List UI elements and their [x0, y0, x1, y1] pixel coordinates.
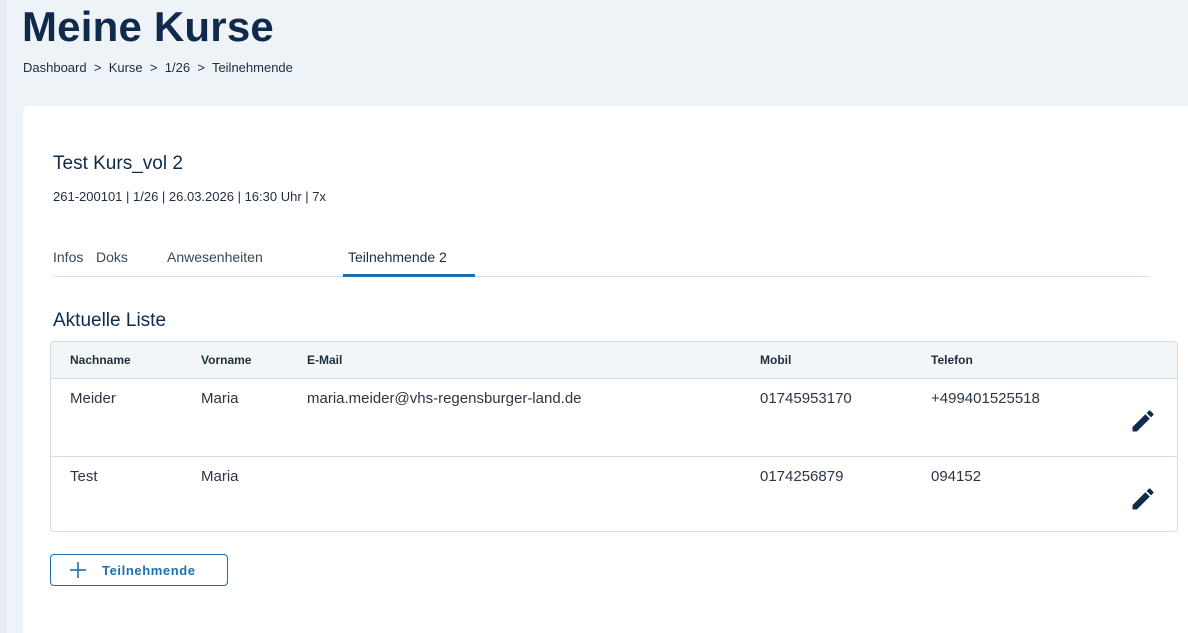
add-participant-label: Teilnehmende — [102, 563, 196, 578]
table-row: Meider Maria maria.meider@vhs-regensburg… — [51, 379, 1177, 457]
column-header-email: E-Mail — [307, 353, 343, 367]
participants-table: Nachname Vorname E-Mail Mobil Telefon Me… — [50, 341, 1178, 532]
edit-row-button[interactable] — [1129, 485, 1157, 513]
breadcrumb-item-course[interactable]: 1/26 — [165, 60, 190, 75]
cell-telefon: +499401525518 — [931, 390, 1040, 407]
left-edge — [0, 0, 7, 633]
cell-telefon: 094152 — [931, 468, 982, 485]
cell-nachname: Meider — [70, 390, 116, 407]
active-tab-indicator — [343, 274, 475, 277]
breadcrumb-item-current: Teilnehmende — [211, 60, 293, 75]
breadcrumb-separator: > — [197, 60, 205, 75]
content-card: Test Kurs_vol 2 261-200101 | 1/26 | 26.0… — [23, 106, 1188, 633]
add-participant-button[interactable]: Teilnehmende — [50, 554, 228, 586]
pencil-icon — [1132, 488, 1154, 510]
tab-doks[interactable]: Doks — [96, 249, 128, 265]
list-title: Aktuelle Liste — [53, 310, 167, 331]
column-header-telefon: Telefon — [931, 353, 973, 367]
cell-mobil: 01745953170 — [760, 390, 852, 407]
breadcrumb-separator: > — [149, 60, 158, 75]
breadcrumb: Dashboard > Kurse > 1/26 > Teilnehmende — [23, 60, 293, 75]
column-header-nachname: Nachname — [70, 353, 131, 367]
pencil-icon — [1132, 410, 1154, 432]
cell-vorname: Maria — [201, 390, 239, 407]
breadcrumb-item-dashboard[interactable]: Dashboard — [23, 60, 87, 75]
cell-vorname: Maria — [201, 468, 239, 485]
tab-bar: Infos Doks Anwesenheiten Teilnehmende 2 — [53, 244, 1150, 277]
course-meta: 261-200101 | 1/26 | 26.03.2026 | 16:30 U… — [53, 189, 326, 204]
cell-email: maria.meider@vhs-regensburger-land.de — [307, 390, 582, 407]
table-header: Nachname Vorname E-Mail Mobil Telefon — [51, 342, 1177, 379]
tab-anwesenheiten[interactable]: Anwesenheiten — [167, 249, 263, 265]
tab-infos[interactable]: Infos — [53, 249, 83, 265]
page-title: Meine Kurse — [22, 3, 274, 50]
column-header-mobil: Mobil — [760, 353, 792, 367]
edit-row-button[interactable] — [1129, 407, 1157, 435]
cell-mobil: 0174256879 — [760, 468, 844, 485]
course-title: Test Kurs_vol 2 — [53, 153, 183, 174]
plus-icon — [70, 562, 86, 578]
breadcrumb-item-kurse[interactable]: Kurse — [109, 60, 143, 75]
table-row: Test Maria 0174256879 094152 — [51, 457, 1177, 531]
tab-teilnehmende[interactable]: Teilnehmende 2 — [348, 249, 447, 265]
column-header-vorname: Vorname — [201, 353, 252, 367]
cell-nachname: Test — [70, 468, 98, 485]
